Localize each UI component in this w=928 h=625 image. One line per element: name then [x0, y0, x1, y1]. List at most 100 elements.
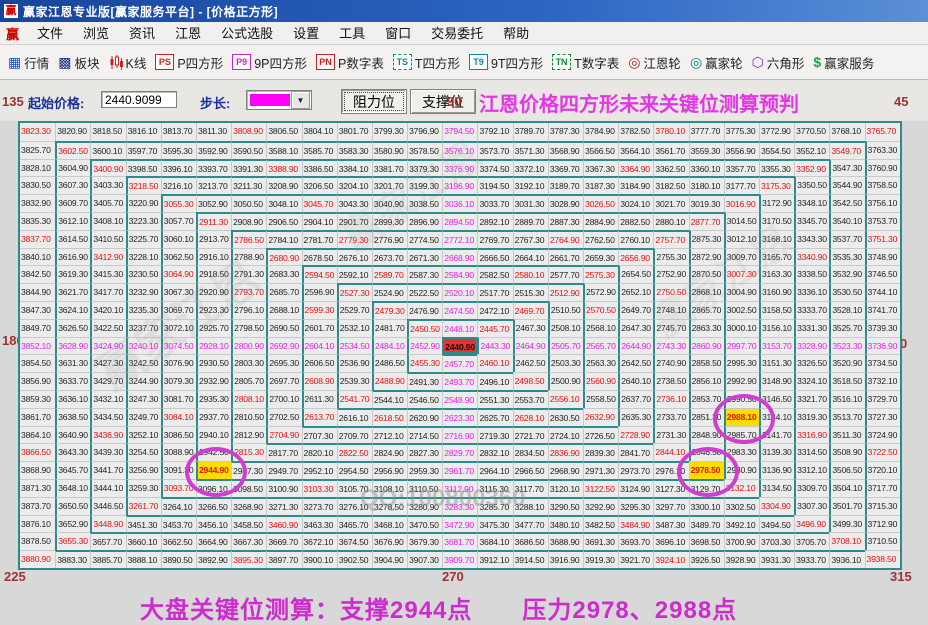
gann-cell: 3093.70 — [160, 478, 196, 497]
gann-cell: 3921.70 — [618, 550, 654, 568]
gann-cell: 2644.90 — [618, 336, 654, 355]
gann-cell: 2560.90 — [583, 372, 619, 390]
menu-item[interactable]: 交易委托 — [421, 24, 493, 43]
gann-cell: 2568.10 — [583, 318, 619, 337]
gann-cell: 3830.50 — [20, 176, 56, 194]
gann-cell: 3878.50 — [20, 532, 56, 550]
gann-cell: 3811.30 — [195, 123, 231, 141]
gann-cell: 2877.70 — [688, 211, 724, 230]
gann-cell: 3693.70 — [618, 532, 654, 551]
support-button[interactable]: 支撑位 — [410, 89, 476, 114]
gann-cell: 3645.70 — [55, 461, 91, 479]
toolbar-button-sector-blocks[interactable]: ▩ 板块 — [58, 53, 99, 72]
toolbar-button-p-square[interactable]: PS P四方形 — [155, 53, 223, 72]
resistance-button[interactable]: 阻力位 — [341, 89, 407, 114]
gann-cell: 3621.70 — [55, 283, 91, 301]
gann-cell: 2623.30 — [442, 407, 478, 426]
gann-cell: 2956.90 — [371, 461, 408, 479]
gann-cell: 3729.70 — [864, 389, 900, 408]
menu-item[interactable]: 文件 — [27, 24, 73, 43]
gann-cell: 2776.90 — [371, 229, 408, 248]
gann-cell: 3876.10 — [20, 514, 56, 533]
toolbar-button-gann-wheel[interactable]: ◎ 江恩轮 — [628, 53, 681, 72]
gann-cell: 2472.10 — [477, 300, 513, 319]
menu-item[interactable]: 江恩 — [165, 24, 211, 43]
gann-cell: 3420.10 — [90, 300, 126, 319]
gann-cell: 3552.10 — [794, 140, 830, 159]
toolbar-button-t-number-table[interactable]: TN T数字表 — [552, 53, 619, 72]
gann-cell: 2992.90 — [723, 372, 759, 390]
gann-cell: 2923.30 — [195, 300, 232, 319]
page-heading: 江恩价格四方形未来关键位测算预判 — [479, 94, 799, 116]
gann-cell: 3177.70 — [723, 176, 759, 195]
gann-cell: 3038.50 — [407, 194, 443, 212]
gann-cell: 2551.30 — [477, 389, 513, 408]
gann-cell: 2841.70 — [618, 443, 654, 462]
gann-cell: 3492.10 — [723, 514, 759, 533]
toolbar-button-winner-service[interactable]: $ 赢家服务 — [813, 53, 874, 72]
gann-cell: 3873.70 — [20, 496, 56, 515]
gann-cell: 2940.10 — [195, 425, 232, 444]
toolbar-button-t-square[interactable]: TS T四方形 — [392, 53, 460, 72]
gann-cell: 3571.30 — [512, 140, 548, 159]
step-color-select[interactable]: ▼ — [246, 90, 312, 110]
gann-cell: 2721.70 — [512, 425, 548, 444]
gann-cell: 3837.70 — [20, 229, 56, 248]
gann-cell: 3031.30 — [512, 194, 548, 212]
toolbar-button-winner-wheel[interactable]: ◎ 赢家轮 — [690, 53, 743, 72]
menu-item[interactable]: 窗口 — [375, 24, 421, 43]
gann-cell: 3247.30 — [125, 389, 161, 408]
gann-cell: 2635.30 — [618, 407, 654, 426]
menu-item[interactable]: 公式选股 — [211, 24, 283, 43]
angle-label-90: 90 — [447, 94, 462, 109]
gann-cell: 3928.90 — [723, 550, 759, 568]
gann-cell: 3302.50 — [723, 496, 759, 515]
gann-cell: 3775.30 — [723, 123, 759, 141]
nine-t-square-icon: T9 — [468, 54, 488, 70]
gann-cell: 3832.90 — [20, 194, 56, 212]
gann-cell: 3009.70 — [723, 247, 759, 266]
gann-cell: 3184.90 — [618, 176, 654, 195]
gann-cell: 2546.50 — [407, 389, 443, 408]
gann-cell: 2656.90 — [618, 247, 654, 266]
menu-item[interactable]: 帮助 — [493, 24, 539, 43]
gann-cell: 3158.50 — [758, 300, 795, 319]
gann-cell: 2692.90 — [266, 336, 302, 355]
toolbar-button-hexagon[interactable]: ⬡ 六角形 — [752, 53, 805, 72]
gann-cell: 2990.50 — [723, 389, 759, 408]
toolbar-button-market-quotes[interactable]: ▦ 行情 — [8, 53, 49, 72]
gann-cell: 3765.70 — [864, 123, 900, 141]
gann-cell: 3028.90 — [547, 194, 583, 212]
gann-cell: 3840.10 — [20, 247, 56, 266]
gann-cell: 3453.70 — [160, 514, 196, 533]
gann-cell: 3204.10 — [336, 176, 372, 195]
menu-item[interactable]: 工具 — [329, 24, 375, 43]
gann-cell: 3880.90 — [20, 550, 56, 568]
t-number-table-icon: TN — [552, 54, 572, 70]
gann-cell: 3374.50 — [477, 158, 513, 177]
gann-cell: 3520.90 — [829, 354, 865, 373]
menu-item[interactable]: 设置 — [283, 24, 329, 43]
combo-dropdown-button[interactable]: ▼ — [291, 91, 310, 109]
gann-cell: 3933.70 — [794, 550, 830, 568]
gann-cell: 3096.10 — [195, 478, 232, 497]
menu-item[interactable]: 浏览 — [73, 24, 119, 43]
gann-cell: 2582.50 — [477, 265, 513, 284]
gann-cell: 3482.50 — [583, 514, 619, 533]
start-price-input[interactable] — [101, 91, 177, 108]
toolbar-button-nine-t-square[interactable]: T9 9T四方形 — [468, 53, 543, 72]
gann-cell: 3115.30 — [477, 478, 513, 497]
menu-item[interactable]: 资讯 — [119, 24, 165, 43]
gann-cell: 3547.30 — [829, 158, 865, 177]
gann-cell: 3381.70 — [371, 158, 408, 177]
gann-cell: 2882.50 — [618, 211, 654, 230]
toolbar-button-p-number-table[interactable]: PN P数字表 — [315, 53, 384, 72]
gann-cell: 3076.90 — [160, 354, 196, 373]
gann-cell: 2457.70 — [442, 354, 478, 373]
gann-cell: 2671.30 — [407, 247, 443, 266]
gann-cell: 3091.30 — [160, 461, 196, 479]
gann-cell: 3026.50 — [583, 194, 619, 212]
toolbar-button-nine-p-square[interactable]: P9 9P四方形 — [232, 53, 307, 72]
toolbar-button-kline-candles[interactable]: K线 — [109, 53, 146, 72]
chevron-down-icon: ▼ — [296, 95, 305, 105]
